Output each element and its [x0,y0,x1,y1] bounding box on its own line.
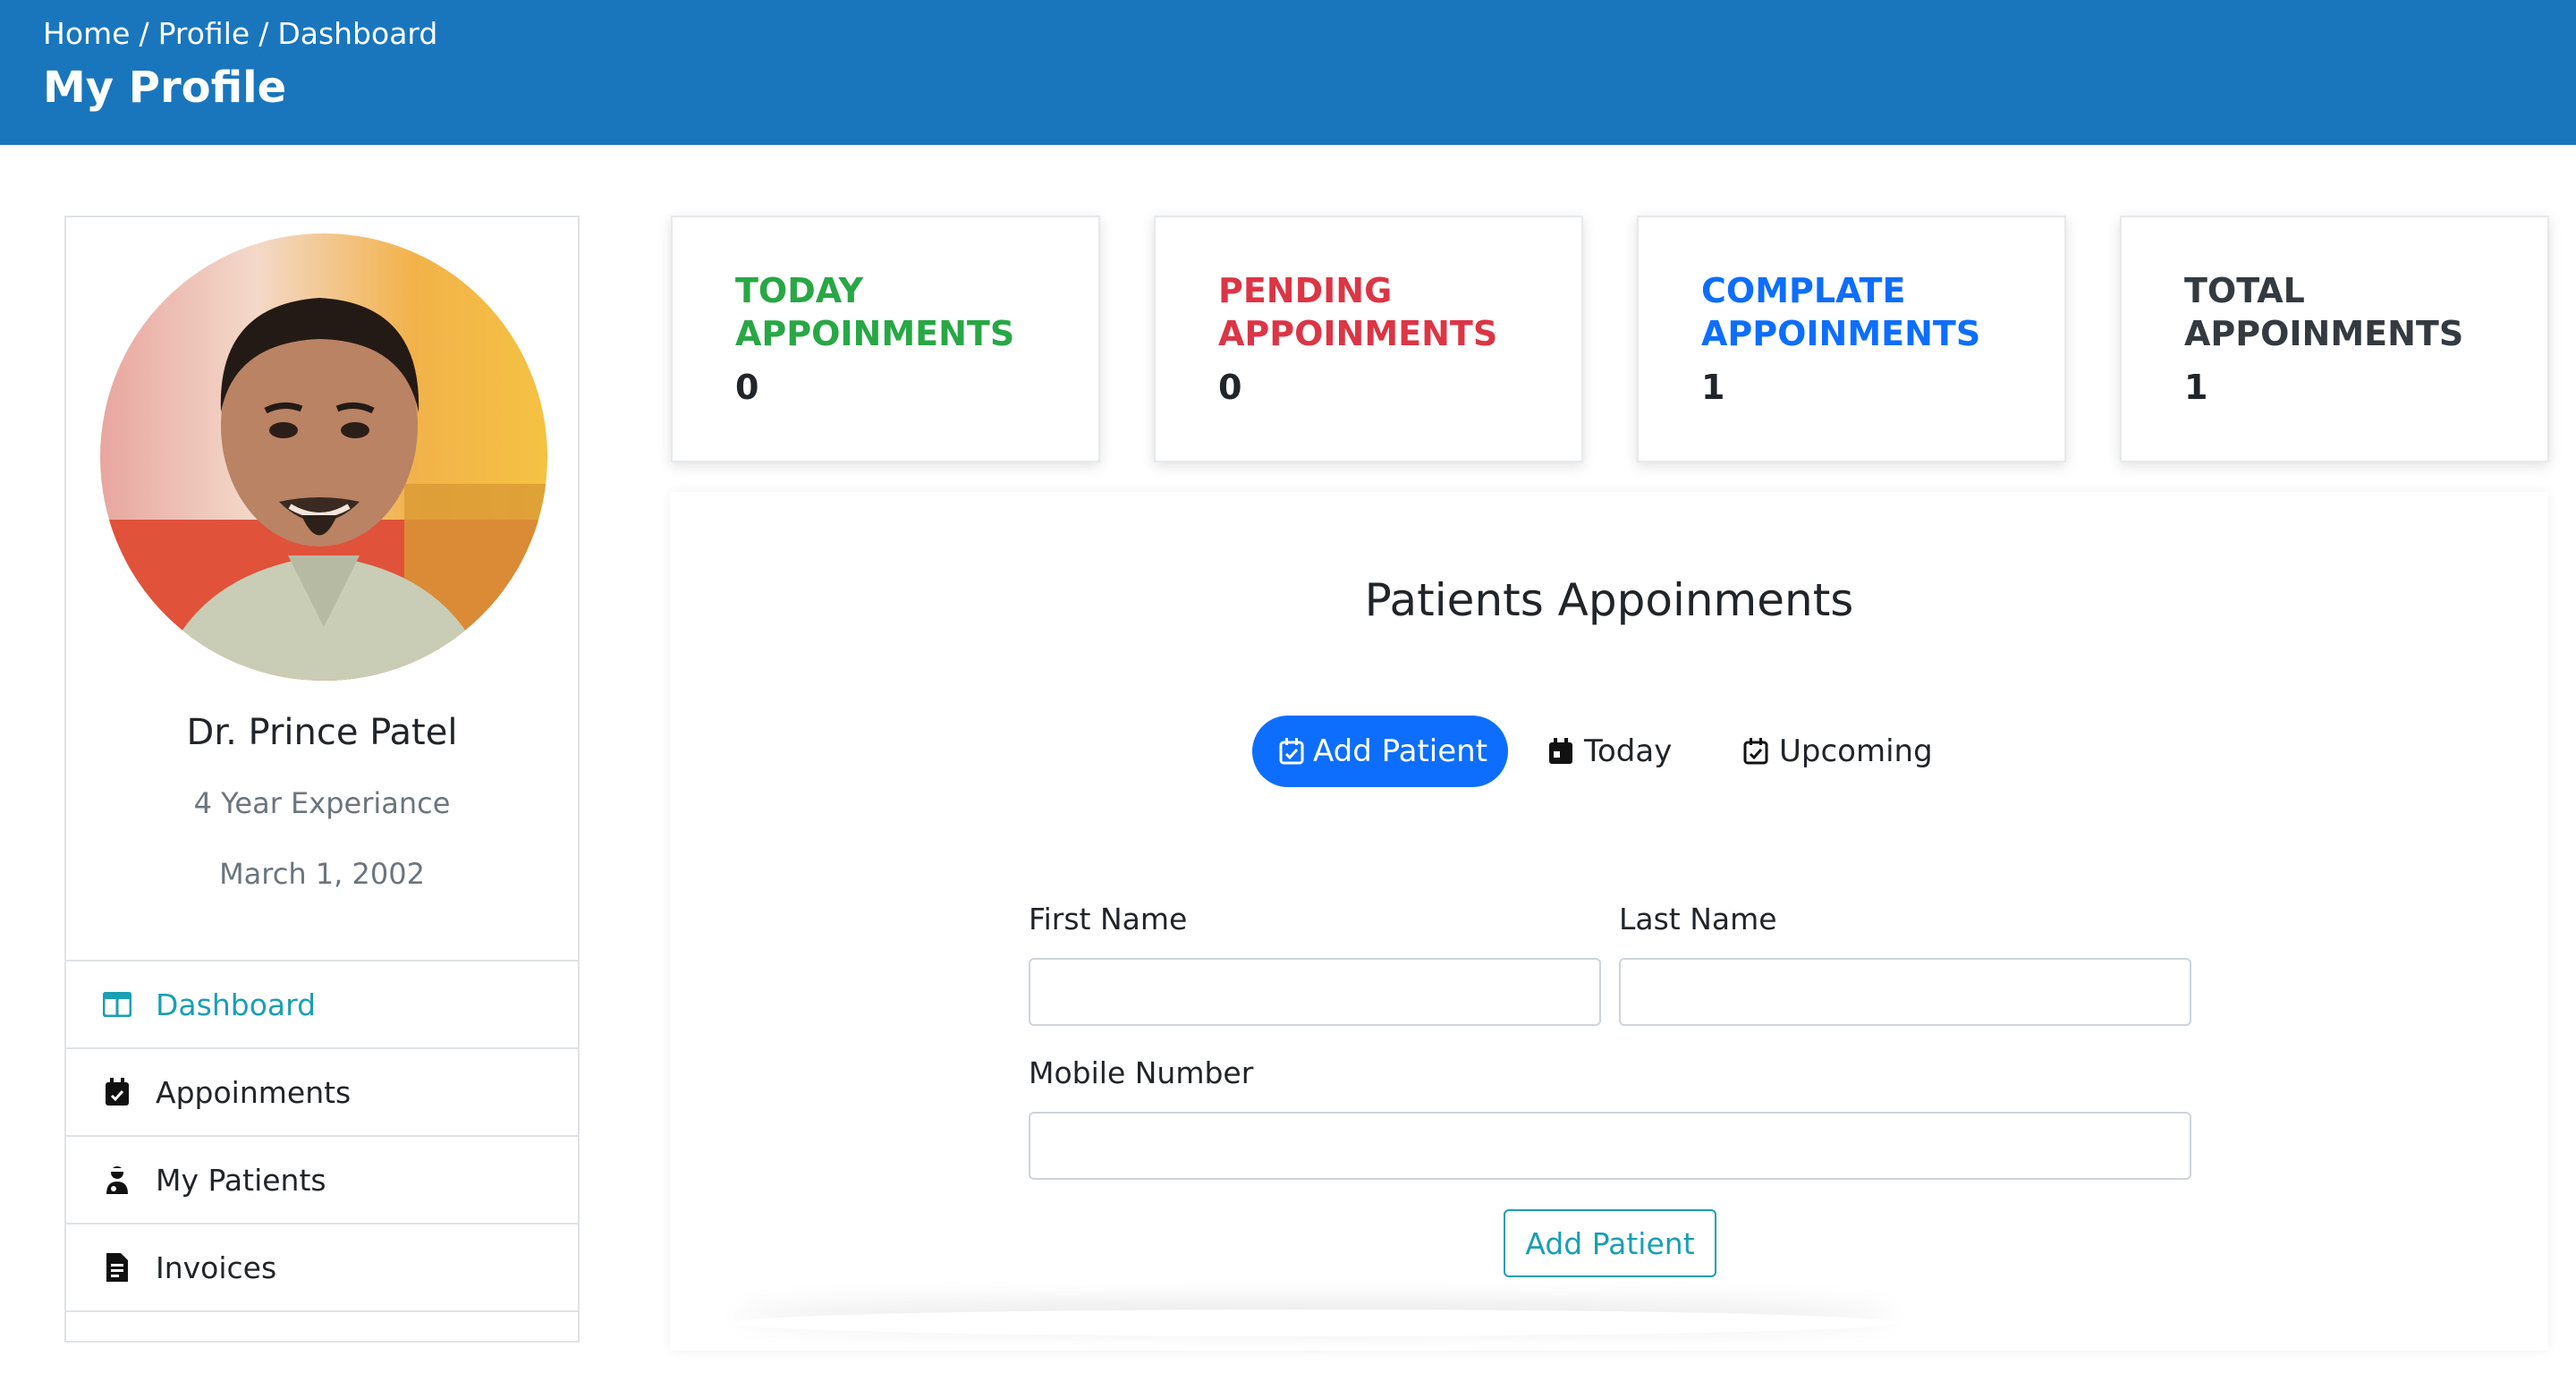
sidebar-item-appoinments[interactable]: Appoinments [66,1047,578,1135]
last-name-field[interactable] [1619,958,2191,1026]
avatar-photo [100,233,547,681]
tab-label: Upcoming [1779,733,1933,769]
stat-label: PENDING APPOINMENTS [1218,271,1498,353]
last-name-label: Last Name [1619,902,1777,936]
stat-label: TOTAL APPOINMENTS [2184,271,2464,353]
stat-card-today: TODAY APPOINMENTS 0 [671,216,1100,462]
patients-appoinments-card: Patients Appoinments Add Patient Today U… [670,492,2548,1351]
stat-label: COMPLATE APPOINMENTS [1701,271,1981,353]
breadcrumb-dashboard: Dashboard [277,16,438,51]
breadcrumb: Home / Profile / Dashboard [43,16,437,51]
breadcrumb-home[interactable]: Home [43,16,130,51]
mobile-number-label: Mobile Number [1029,1055,1254,1090]
stat-card-pending: PENDING APPOINMENTS 0 [1154,216,1583,462]
tab-add-patient[interactable]: Add Patient [1252,716,1508,787]
stat-card-total: TOTAL APPOINMENTS 1 [2120,216,2549,462]
tab-label: Add Patient [1313,733,1488,769]
section-title: Patients Appoinments [1364,574,1854,626]
stat-value: 1 [1701,368,1725,407]
avatar [100,233,547,681]
sidebar-item-label: Appoinments [156,1074,352,1110]
columns-icon [102,989,132,1020]
add-patient-button[interactable]: Add Patient [1504,1209,1716,1277]
profile-card: Dr. Prince Patel 4 Year Experiance March… [64,216,580,1343]
calendar-check-icon [102,1077,132,1107]
doctor-name: Dr. Prince Patel [186,712,458,753]
mobile-number-field[interactable] [1029,1112,2191,1180]
stat-label: TODAY APPOINMENTS [735,271,1015,353]
tab-upcoming[interactable]: Upcoming [1716,716,1960,787]
calendar-check-icon [1743,738,1770,765]
sidebar-item-my-patients[interactable]: My Patients [66,1135,578,1223]
breadcrumb-separator: / [139,16,149,51]
tab-today[interactable]: Today [1521,716,1699,787]
sidebar-item-label: My Patients [156,1162,326,1198]
calendar-day-icon [1548,738,1575,765]
sidebar-item-divider [66,1310,578,1398]
sidebar-item-invoices[interactable]: Invoices [66,1223,578,1310]
sidebar-item-label: Invoices [156,1250,277,1285]
file-invoice-icon [102,1252,132,1283]
first-name-label: First Name [1029,902,1188,936]
stat-card-complate: COMPLATE APPOINMENTS 1 [1637,216,2066,462]
doctor-experience: 4 Year Experiance [193,786,451,820]
first-name-field[interactable] [1029,958,1601,1026]
sidebar-item-dashboard[interactable]: Dashboard [66,960,578,1047]
sidebar-item-label: Dashboard [156,987,317,1022]
page-title: My Profile [43,63,287,113]
breadcrumb-separator: / [258,16,269,51]
breadcrumb-profile[interactable]: Profile [158,16,250,51]
doctor-date: March 1, 2002 [219,857,425,891]
tab-label: Today [1584,733,1673,769]
page-header: Home / Profile / Dashboard My Profile [0,0,2576,145]
stat-value: 0 [1218,368,1242,407]
bottom-shadow [733,1309,1896,1336]
stat-value: 0 [735,368,759,407]
stat-value: 1 [2184,368,2208,407]
calendar-check-icon [1279,738,1304,765]
user-injured-icon [102,1165,132,1195]
